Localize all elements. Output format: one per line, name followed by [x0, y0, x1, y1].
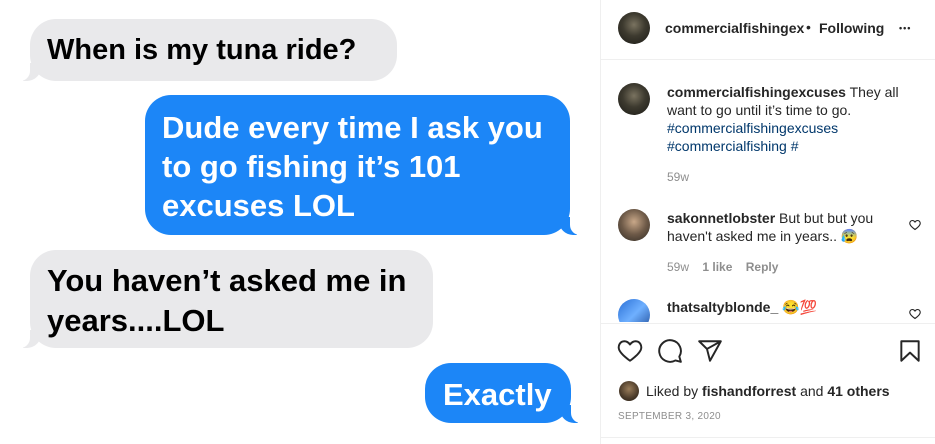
bubble-tail	[559, 215, 587, 235]
liker-username[interactable]: fishandforrest	[702, 383, 796, 399]
caption-avatar[interactable]	[618, 83, 650, 115]
instagram-post: When is my tuna ride? Dude every time I …	[0, 0, 935, 444]
hashtag-link[interactable]: #commercialfishingexcuses	[667, 120, 838, 136]
post-image[interactable]: When is my tuna ride? Dude every time I …	[0, 0, 600, 444]
caption-username[interactable]: commercialfishingexcuses	[667, 84, 846, 100]
comment-like-heart-icon[interactable]	[909, 219, 921, 231]
post-panel: commercialfishingex • Following ••• comm…	[600, 0, 935, 444]
hashtag-link[interactable]: #commercialfishing	[667, 138, 787, 154]
like-heart-icon[interactable]	[617, 338, 643, 364]
comment-timestamp[interactable]: 59w	[667, 260, 689, 274]
bubble-tail	[13, 61, 41, 81]
more-options-icon[interactable]: •••	[899, 19, 911, 37]
comment-bubble-icon[interactable]	[657, 338, 683, 364]
share-paper-plane-icon[interactable]	[697, 338, 723, 364]
liker-avatar[interactable]	[619, 381, 639, 401]
bubble-tail	[13, 328, 41, 348]
comment-username[interactable]: thatsaltyblonde_	[667, 299, 778, 315]
commenter-avatar[interactable]	[618, 209, 650, 241]
post-date[interactable]: SEPTEMBER 3, 2020	[618, 411, 721, 422]
save-bookmark-icon[interactable]	[897, 338, 923, 364]
reply-button[interactable]: Reply	[746, 260, 779, 274]
comment-likes-count[interactable]: 1 like	[702, 260, 732, 274]
author-avatar[interactable]	[618, 12, 650, 44]
message-text: You haven’t asked me in years....LOL	[47, 263, 407, 338]
likes-summary: Liked by fishandforrest and 41 others	[646, 382, 890, 400]
following-button[interactable]: Following	[819, 19, 884, 37]
author-username[interactable]: commercialfishingex	[665, 19, 807, 37]
comment-username[interactable]: sakonnetlobster	[667, 210, 775, 226]
commenter-avatar[interactable]	[618, 299, 650, 322]
caption: commercialfishingexcuses They all want t…	[667, 83, 923, 155]
message-text: Dude every time I ask you to go fishing …	[162, 110, 543, 223]
message-bubble-received: You haven’t asked me in years....LOL	[13, 250, 433, 348]
comment-text: 😂💯	[782, 299, 818, 315]
hashtag-link[interactable]: #	[791, 138, 799, 154]
others-link[interactable]: 41 others	[827, 383, 889, 399]
message-bubble-sent: Exactly	[425, 363, 588, 423]
message-text: Exactly	[443, 377, 552, 412]
comment: thatsaltyblonde_ 😂💯	[667, 298, 897, 316]
message-bubble-received: When is my tuna ride?	[13, 19, 397, 81]
liked-by-label: Liked by	[646, 383, 699, 399]
actions-divider	[601, 323, 935, 324]
likes-and: and	[800, 383, 824, 399]
bubble-tail	[560, 403, 588, 423]
comment-like-heart-icon[interactable]	[909, 308, 921, 320]
message-bubble-sent: Dude every time I ask you to go fishing …	[145, 95, 587, 235]
header-divider	[601, 59, 935, 60]
caption-timestamp[interactable]: 59w	[667, 170, 689, 184]
bottom-divider	[601, 437, 935, 438]
comments-scroll-clip: thatsaltyblonde_ 😂💯	[601, 290, 935, 322]
header-separator: •	[806, 19, 811, 35]
comment-meta: 59w 1 like Reply	[667, 260, 778, 274]
message-text: When is my tuna ride?	[47, 34, 357, 66]
comment: sakonnetlobster But but but you haven't …	[667, 209, 897, 245]
